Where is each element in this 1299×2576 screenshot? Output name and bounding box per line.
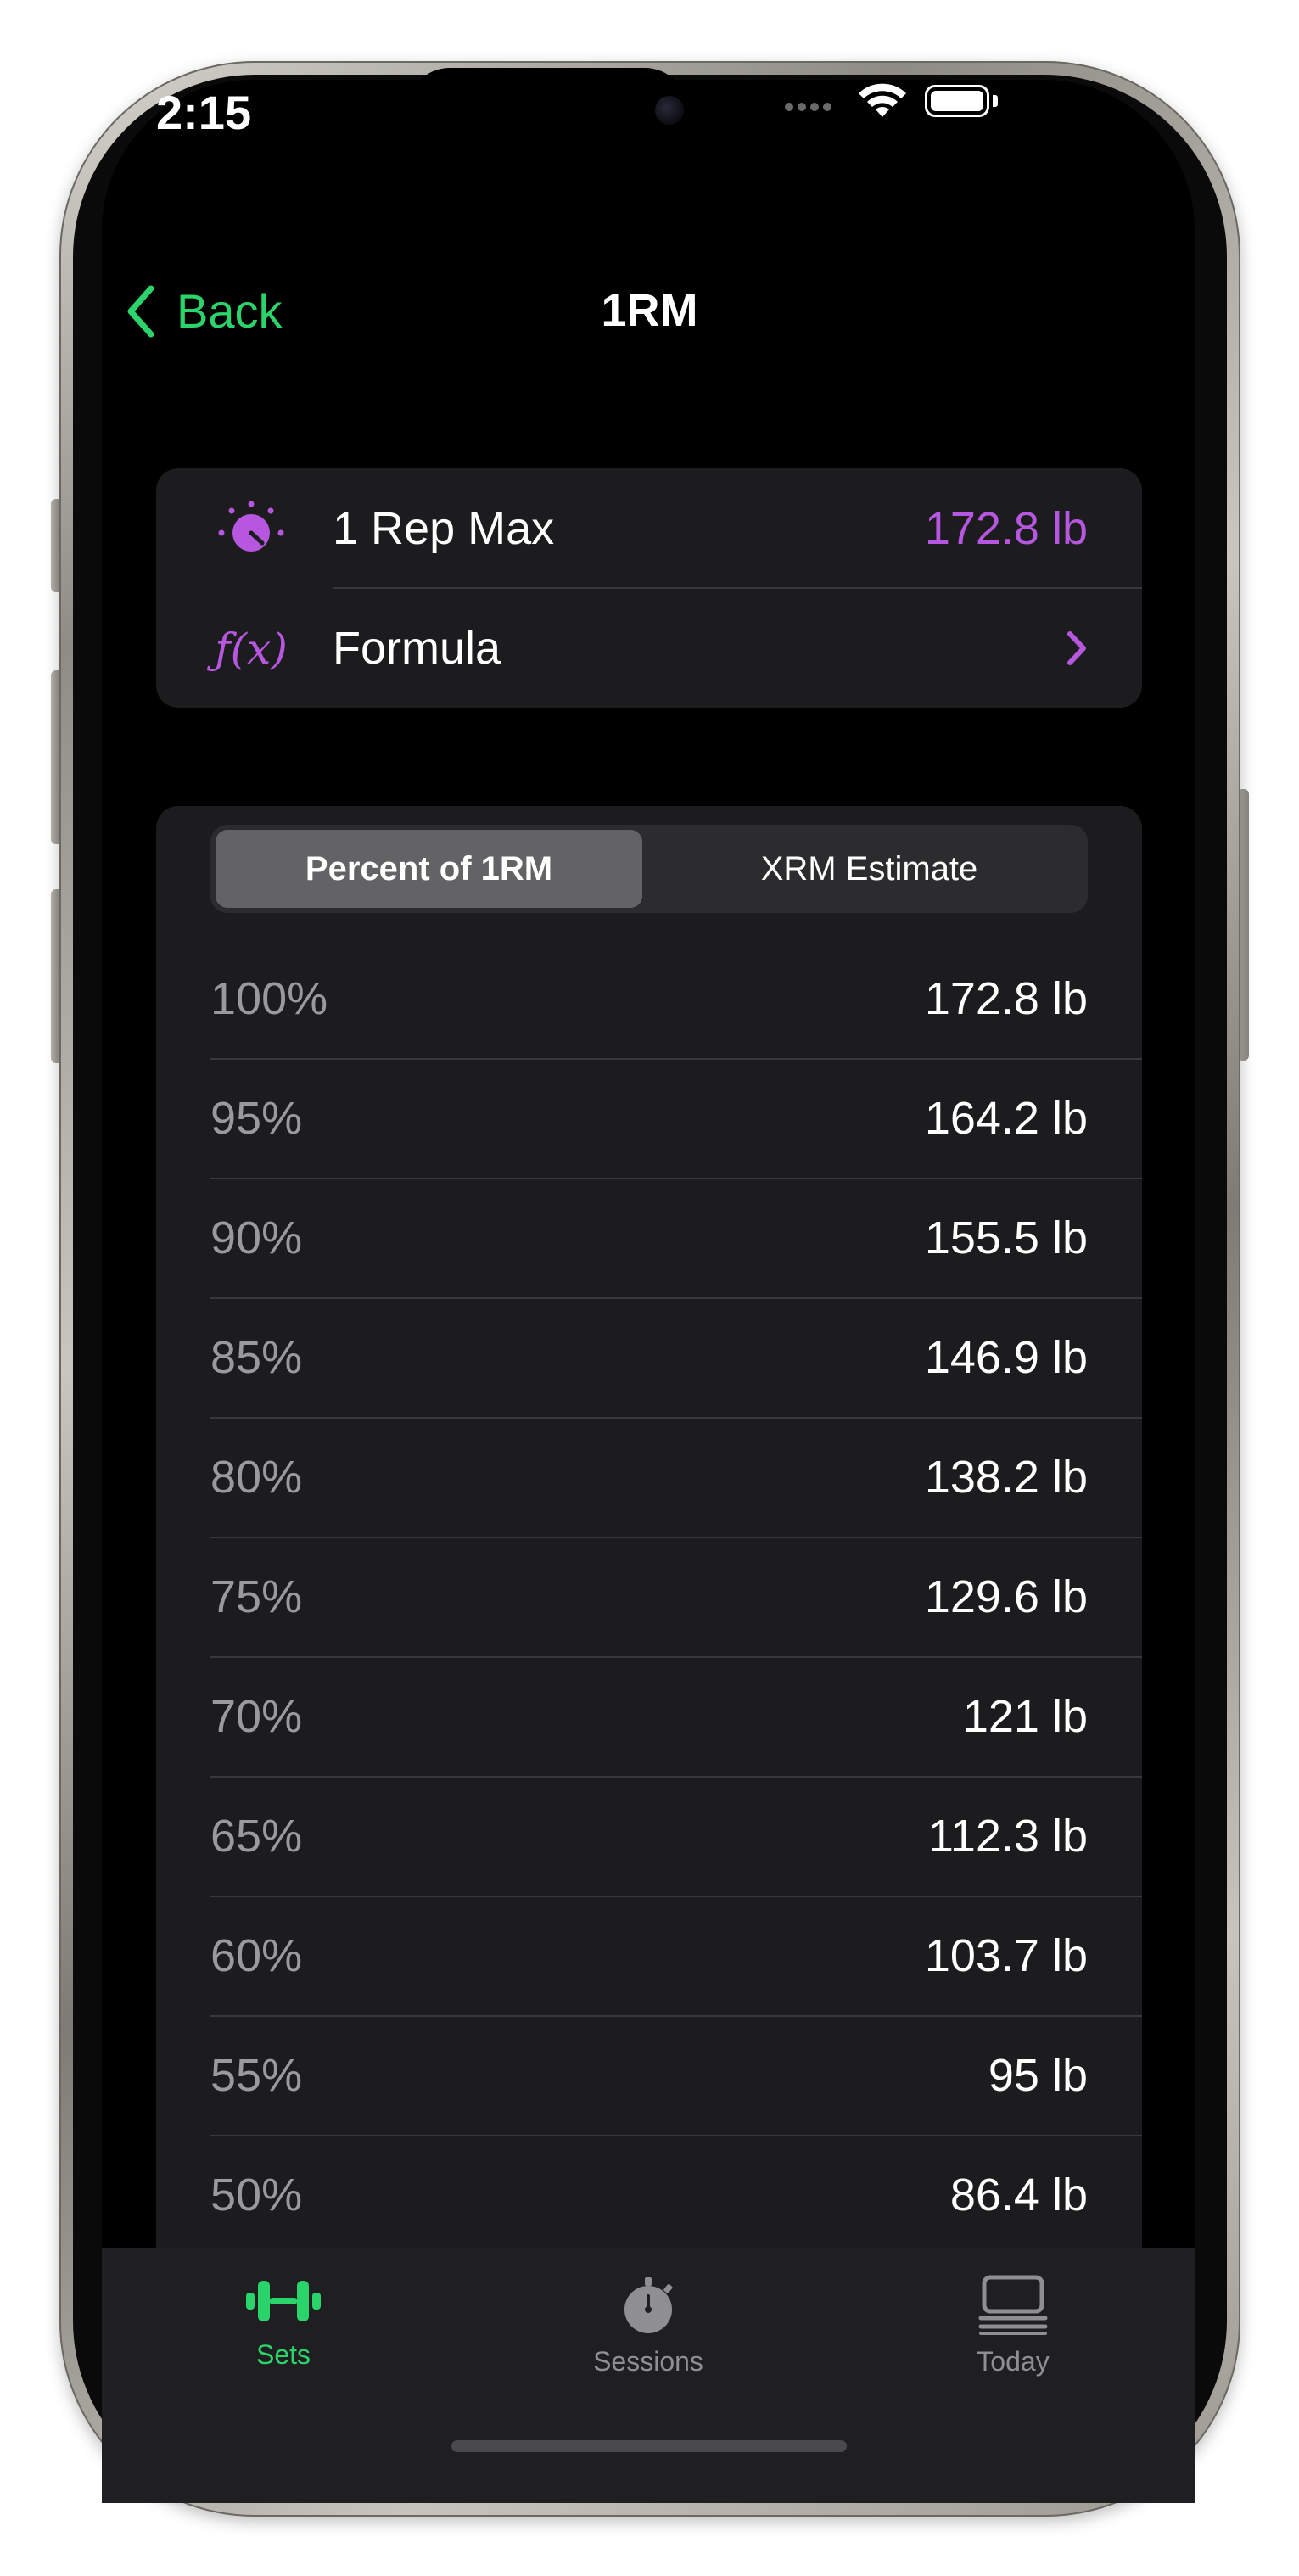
formula-row[interactable]: ƒ(x) Formula [156, 588, 1142, 708]
table-row: 85% 146.9 lb [156, 1299, 1142, 1419]
table-row: 95% 164.2 lb [156, 1060, 1142, 1179]
percent-cell: 80% [210, 1452, 303, 1503]
weight-cell: 112.3 lb [927, 1811, 1088, 1862]
stopwatch-icon [624, 2277, 673, 2333]
page-title: 1RM [601, 285, 698, 336]
weight-cell: 164.2 lb [924, 1093, 1088, 1144]
table-row: 100% 172.8 lb [156, 940, 1142, 1060]
battery-tip [993, 95, 998, 107]
one-rep-max-card: 1 Rep Max 172.8 lb ƒ(x) Formula [156, 468, 1142, 708]
home-indicator [451, 2440, 847, 2452]
dynamic-island [407, 68, 687, 153]
percent-cell: 100% [210, 973, 328, 1024]
weight-cell: 121 lb [962, 1691, 1088, 1742]
percent-cell: 85% [210, 1332, 303, 1383]
one-rep-max-row: 1 Rep Max 172.8 lb [156, 468, 1142, 588]
gauge-icon [210, 499, 292, 560]
table-row: 80% 138.2 lb [156, 1419, 1142, 1538]
table-row: 60% 103.7 lb [156, 1897, 1142, 2017]
weight-cell: 103.7 lb [924, 1930, 1088, 1981]
tab-sets[interactable]: Sets [173, 2274, 394, 2371]
percent-cell: 90% [210, 1212, 303, 1263]
function-icon: ƒ(x) [215, 624, 288, 674]
percent-cell: 75% [210, 1571, 303, 1622]
cellular-signal-icon [785, 100, 836, 115]
weight-cell: 95 lb [988, 2050, 1088, 2101]
weight-cell: 86.4 lb [949, 2170, 1088, 2220]
percent-cell: 95% [210, 1093, 303, 1144]
table-row: 65% 112.3 lb [156, 1778, 1142, 1897]
one-rep-max-label: 1 Rep Max [333, 502, 555, 554]
status-time: 2:15 [156, 86, 252, 139]
segment-xrm-estimate[interactable]: XRM Estimate [656, 830, 1083, 908]
segment-percent-of-1rm[interactable]: Percent of 1RM [216, 830, 642, 908]
table-row: 75% 129.6 lb [156, 1538, 1142, 1658]
tab-sessions[interactable]: Sessions [538, 2274, 759, 2377]
tab-today[interactable]: Today [903, 2274, 1123, 2377]
dumbbell-icon [246, 2281, 321, 2321]
tab-bar: Sets Sessions Today [102, 2248, 1195, 2503]
weight-cell: 138.2 lb [924, 1452, 1088, 1503]
weight-cell: 129.6 lb [924, 1571, 1088, 1622]
today-icon [978, 2275, 1048, 2335]
percent-cell: 65% [210, 1811, 303, 1862]
table-row: 55% 95 lb [156, 2017, 1142, 2136]
weight-cell: 155.5 lb [924, 1212, 1088, 1263]
table-row: 70% 121 lb [156, 1658, 1142, 1778]
table-row: 50% 86.4 lb [156, 2136, 1142, 2256]
percent-cell: 60% [210, 1930, 303, 1981]
percent-cell: 50% [210, 2170, 303, 2220]
tab-sets-label: Sets [255, 2339, 311, 2370]
weight-cell: 146.9 lb [924, 1332, 1088, 1383]
tab-sessions-label: Sessions [593, 2346, 703, 2377]
percent-cell: 70% [210, 1691, 303, 1742]
battery-icon [925, 85, 989, 117]
percent-table-card: Percent of 1RM XRM Estimate 100% 172.8 lb… [156, 806, 1142, 2333]
segmented-control: Percent of 1RM XRM Estimate [210, 825, 1088, 913]
table-row: 90% 155.5 lb [156, 1179, 1142, 1299]
formula-label: Formula [333, 622, 501, 674]
tab-today-label: Today [977, 2346, 1050, 2377]
percent-table: 100% 172.8 lb 95% 164.2 lb 90% 155.5 lb 85% 146… [156, 940, 1142, 2256]
camera-icon [655, 96, 684, 125]
chevron-right-icon [1067, 631, 1086, 665]
wifi-icon [857, 83, 908, 125]
percent-cell: 55% [210, 2050, 303, 2101]
weight-cell: 172.8 lb [924, 973, 1088, 1024]
one-rep-max-value: 172.8 lb [924, 502, 1088, 554]
